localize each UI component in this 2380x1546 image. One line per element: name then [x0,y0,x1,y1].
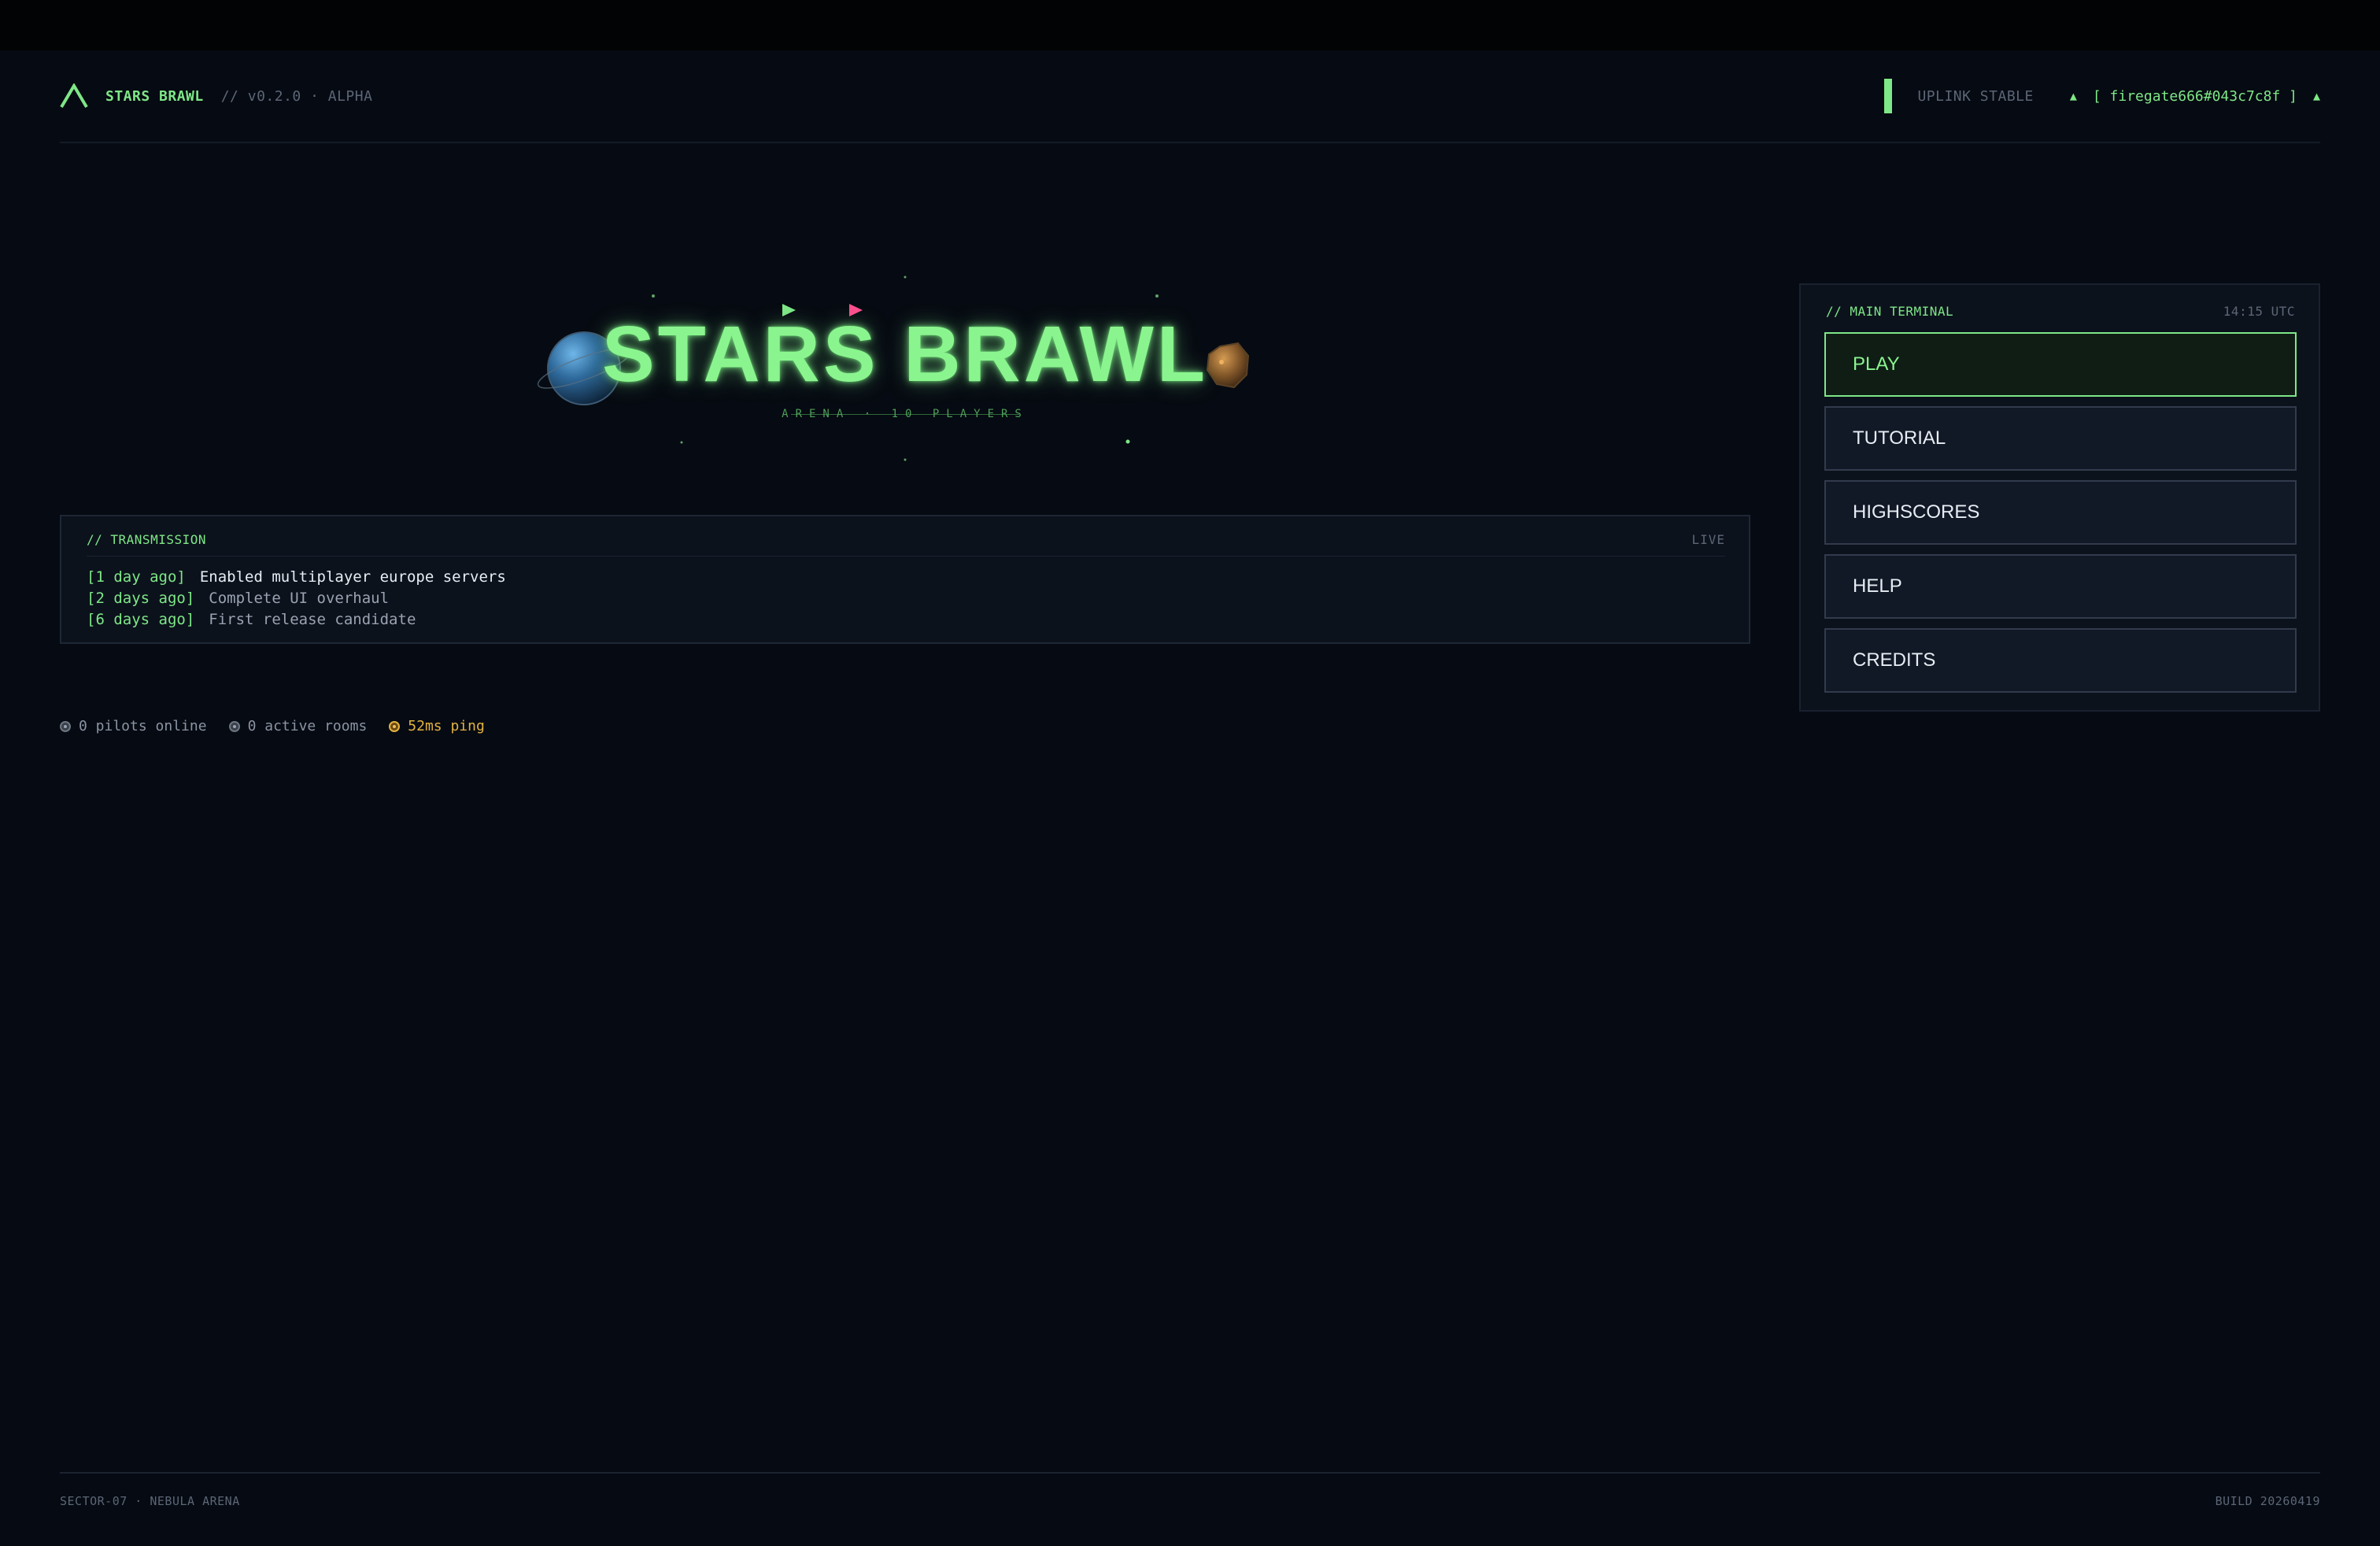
main-menu-screen: STARS BRAWL // v0.2.0 · ALPHA UPLINK STA… [0,0,2380,1546]
main-terminal-panel: // MAIN TERMINAL 14:15 UTC PLAY TUTORIAL… [1799,283,2320,712]
header-status: UPLINK STABLE ▲ [ firegate666#043c7c8f ]… [1884,79,2320,113]
user-tag-text: [ firegate666#043c7c8f ] [2092,87,2297,105]
logo-icon [60,83,88,109]
server-stats: 0 pilots online 0 active rooms 52ms ping [60,718,485,734]
build-label: BUILD 20260419 [2215,1494,2320,1508]
transmission-label: // TRANSMISSION [87,532,206,547]
hero-subtitle: ARENA · 10 PLAYERS [782,408,1029,420]
active-rooms: 0 active rooms [228,718,368,734]
highscores-button[interactable]: HIGHSCORES [1824,480,2297,545]
main-menu: PLAY TUTORIAL HIGHSCORES HELP CREDITS [1824,332,2297,702]
ping-text: 52ms ping [408,718,485,734]
uplink-indicator-icon [1884,79,1893,113]
triangle-up-icon: ▲ [2312,89,2320,103]
item-time: [2 days ago] [87,590,195,607]
help-button[interactable]: HELP [1824,554,2297,619]
item-message: Enabled multiplayer europe servers [199,568,506,586]
version-label: // v0.2.0 · ALPHA [220,87,373,105]
play-button[interactable]: PLAY [1824,332,2297,397]
terminal-clock: 14:15 UTC [2223,304,2295,319]
terminal-title: // MAIN TERMINAL [1826,304,1954,319]
brand-name: STARS BRAWL [105,87,204,105]
sector-label: SECTOR-07 · NEBULA ARENA [60,1494,240,1508]
live-badge: LIVE [1691,532,1725,547]
tutorial-button[interactable]: TUTORIAL [1824,406,2297,471]
footer: SECTOR-07 · NEBULA ARENA BUILD 20260419 [60,1472,2320,1508]
hero-logo: STARS BRAWL ARENA · 10 PLAYERS [535,268,1291,472]
list-item: [2 days ago] Complete UI overhaul [87,588,506,609]
top-header: STARS BRAWL // v0.2.0 · ALPHA UPLINK STA… [60,50,2320,143]
list-item: [1 day ago] Enabled multiplayer europe se… [87,567,506,588]
uplink-status: UPLINK STABLE [1917,87,2034,105]
brand: STARS BRAWL // v0.2.0 · ALPHA [60,83,372,109]
triangle-up-icon: ▲ [2069,89,2077,103]
pilots-online: 0 pilots online [60,718,207,734]
item-time: [6 days ago] [87,611,195,628]
active-rooms-text: 0 active rooms [247,718,368,734]
credits-button[interactable]: CREDITS [1824,628,2297,693]
list-item: [6 days ago] First release candidate [87,609,506,631]
hero-title: STARS BRAWL [602,310,1208,398]
terminal-header: // MAIN TERMINAL 14:15 UTC [1826,304,2295,319]
item-time: [1 day ago] [87,568,186,586]
status-dot-icon [60,720,71,732]
transmission-list: [1 day ago] Enabled multiplayer europe se… [87,567,506,631]
user-tag[interactable]: ▲ [ firegate666#043c7c8f ] ▲ [2070,88,2320,105]
transmission-panel: // TRANSMISSION LIVE [1 day ago] Enabled … [60,515,1750,644]
pilots-online-text: 0 pilots online [79,718,207,734]
transmission-header: // TRANSMISSION LIVE [87,532,1725,557]
ping: 52ms ping [389,718,485,734]
item-message: First release candidate [209,611,416,628]
top-band [0,0,2380,50]
item-message: Complete UI overhaul [209,590,390,607]
status-dot-icon [228,720,240,732]
ping-dot-icon [389,720,401,732]
